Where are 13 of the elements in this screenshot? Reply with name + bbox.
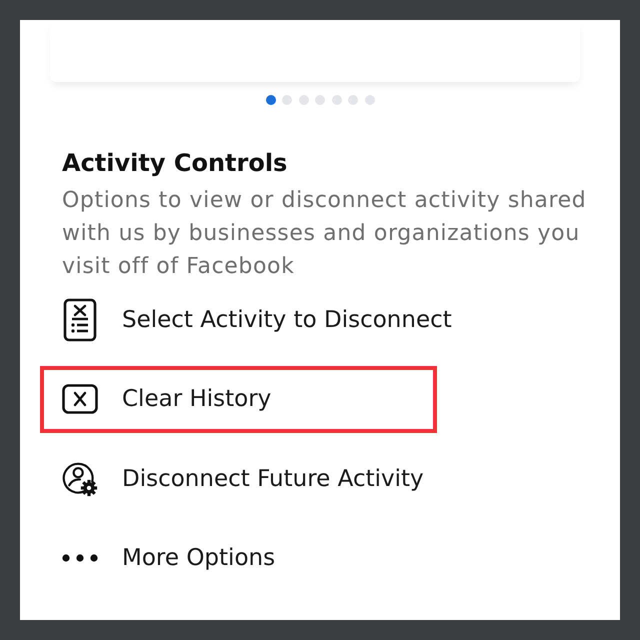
page-indicator-dot[interactable] <box>332 95 342 105</box>
more-icon <box>62 554 98 562</box>
page-indicator-dot[interactable] <box>298 95 308 105</box>
clear-icon <box>62 384 98 414</box>
page-indicator-dot[interactable] <box>266 95 276 105</box>
list-clear-icon <box>63 298 97 342</box>
page-indicator-dot[interactable] <box>315 95 325 105</box>
page-indicator-dot[interactable] <box>348 95 358 105</box>
page-indicator-dot[interactable] <box>364 95 374 105</box>
page-indicator-dot[interactable] <box>282 95 292 105</box>
section-description: Options to view or disconnect activity shared with us by businesses and organizations you visit off of Facebook <box>62 187 588 281</box>
menu-option[interactable]: Clear History <box>40 366 437 432</box>
section-title: Activity Controls <box>62 148 288 178</box>
